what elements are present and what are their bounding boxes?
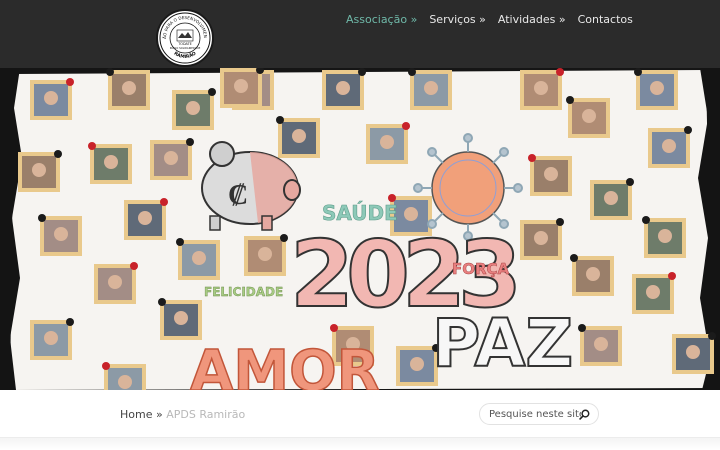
svg-text:₡: ₡: [228, 178, 248, 211]
photo-face: [292, 129, 306, 143]
word-forca: FORÇA: [452, 260, 510, 278]
pin: [556, 218, 564, 226]
pin: [54, 150, 62, 158]
logo-emblem-icon: ASSOCIAÇÃO PARA O DESENVOLVIMENTO SOCIAL…: [158, 11, 211, 64]
pin: [102, 362, 110, 370]
photo-face: [586, 267, 600, 281]
breadcrumb-separator: »: [155, 408, 163, 421]
pin: [88, 142, 96, 150]
nav-item-atividades[interactable]: Atividades »: [498, 12, 566, 28]
nav-item-contactos[interactable]: Contactos: [578, 12, 633, 28]
pin: [106, 68, 114, 76]
pin: [186, 138, 194, 146]
photo-face: [44, 91, 58, 105]
photo-face: [646, 285, 660, 299]
photo-face: [380, 135, 394, 149]
logo-sub-text: PASSO SOLIDARIEDADE: [170, 46, 201, 50]
nav-item-servicos[interactable]: Serviços »: [429, 12, 486, 28]
photo-face: [122, 81, 136, 95]
breadcrumb-bar: Home » APDS Ramirão: [0, 390, 720, 438]
breadcrumb: Home » APDS Ramirão: [120, 408, 245, 421]
word-felicidade: FELICIDADE: [204, 285, 283, 299]
word-amor: AMOR: [190, 339, 380, 390]
pin: [66, 78, 74, 86]
pin: [358, 68, 366, 76]
search-box: [479, 403, 599, 425]
photo-face: [44, 331, 58, 345]
photo-face: [32, 163, 46, 177]
photo-face: [104, 155, 118, 169]
photo-face: [594, 337, 608, 351]
photo-face: [582, 109, 596, 123]
pin: [176, 238, 184, 246]
site-header: ASSOCIAÇÃO PARA O DESENVOLVIMENTO SOCIAL…: [0, 0, 720, 68]
logo-inner-text: TODATE: [177, 42, 192, 46]
pin: [160, 198, 168, 206]
pin: [634, 68, 642, 76]
pin: [402, 122, 410, 130]
photo-face: [192, 251, 206, 265]
photo-face: [534, 231, 548, 245]
pin: [276, 116, 284, 124]
pin: [668, 272, 676, 280]
photo-face: [336, 81, 350, 95]
photo-face: [108, 275, 122, 289]
pin: [708, 332, 716, 340]
pin: [130, 262, 138, 270]
photo-face: [662, 139, 676, 153]
search-input[interactable]: [489, 407, 581, 422]
photo-face: [54, 227, 68, 241]
pin: [578, 324, 586, 332]
photo-face: [404, 207, 418, 221]
pin: [158, 298, 166, 306]
pin: [38, 214, 46, 222]
pin: [570, 254, 578, 262]
breadcrumb-home-link[interactable]: Home: [120, 408, 152, 421]
photo-face: [138, 211, 152, 225]
photo-face: [164, 151, 178, 165]
photo-face: [234, 79, 248, 93]
pin: [66, 318, 74, 326]
breadcrumb-current: APDS Ramirão: [166, 408, 246, 421]
photo-face: [534, 81, 548, 95]
nav-item-associacao[interactable]: Associação »: [346, 12, 417, 28]
hero-mural-image: ₡ SAÚDE 2023 FORÇA FELICIDADE AMOR PAZ: [0, 68, 720, 390]
pin: [528, 154, 536, 162]
word-paz: PAZ: [432, 305, 573, 382]
pin: [280, 234, 288, 242]
photo-face: [174, 311, 188, 325]
page-bottom-shade: [0, 438, 720, 450]
photo-face: [186, 101, 200, 115]
photo-face: [424, 81, 438, 95]
site-logo[interactable]: ASSOCIAÇÃO PARA O DESENVOLVIMENTO SOCIAL…: [156, 9, 214, 67]
main-nav: Associação » Serviços » Atividades » Con…: [346, 12, 633, 28]
search-icon[interactable]: [579, 409, 590, 420]
pin: [556, 68, 564, 76]
pin: [626, 178, 634, 186]
photo-face: [658, 229, 672, 243]
pin: [566, 96, 574, 104]
pin: [408, 68, 416, 76]
pin: [208, 88, 216, 96]
photo-face: [650, 81, 664, 95]
photo-face: [258, 247, 272, 261]
pin: [642, 216, 650, 224]
photo-face: [544, 167, 558, 181]
hero-banner: ₡ SAÚDE 2023 FORÇA FELICIDADE AMOR PAZ: [0, 68, 720, 390]
photo-face: [410, 357, 424, 371]
photo-face: [604, 191, 618, 205]
photo-face: [686, 345, 700, 359]
pin: [684, 126, 692, 134]
photo-face: [118, 375, 132, 389]
